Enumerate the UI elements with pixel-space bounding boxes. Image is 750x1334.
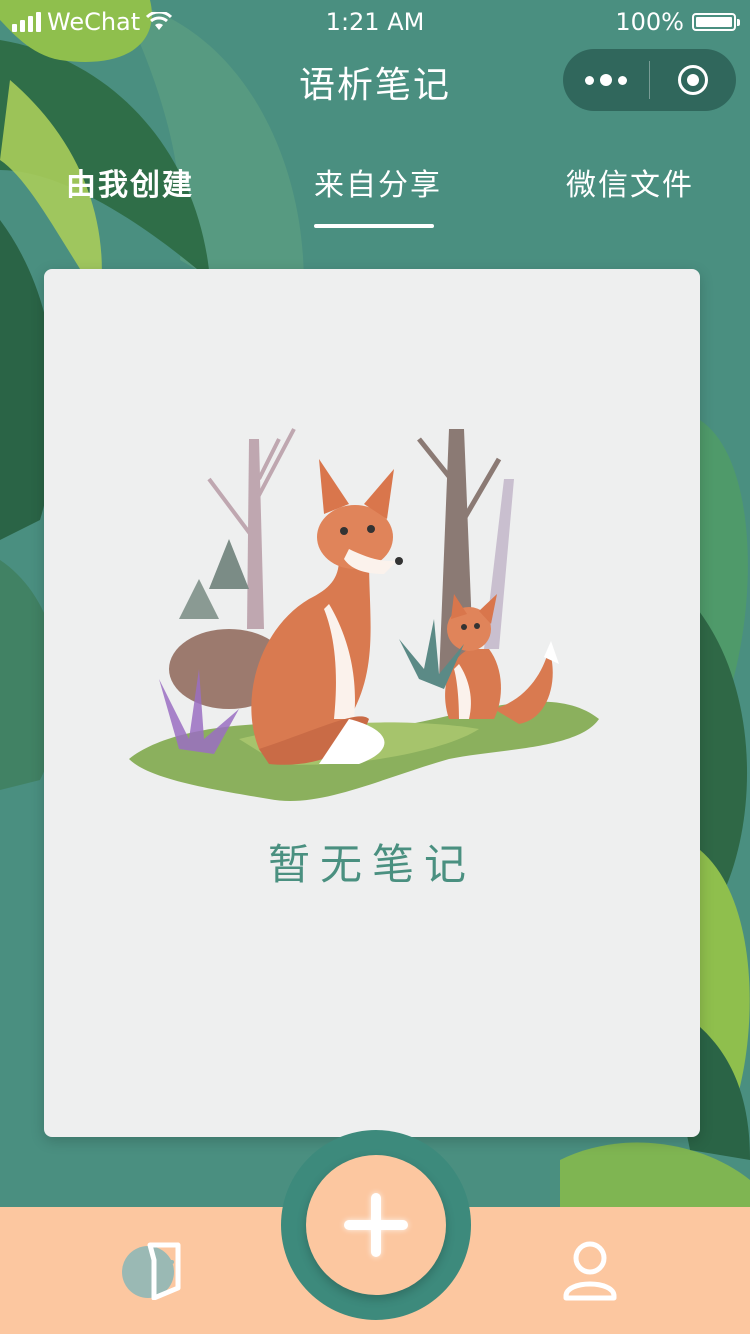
more-dots-icon[interactable] — [563, 49, 649, 111]
battery-percent: 100% — [615, 8, 684, 36]
status-right: 100% — [615, 8, 740, 36]
tab-wechat-files[interactable]: 微信文件 — [566, 160, 694, 204]
empty-state-text: 暂无笔记 — [267, 840, 476, 889]
tab-bar: 由我创建 来自分享 微信文件 — [0, 160, 750, 230]
tab-shared[interactable]: 来自分享 — [314, 160, 442, 204]
close-target-icon[interactable] — [650, 49, 736, 111]
add-note-button[interactable] — [306, 1155, 446, 1295]
notes-card: 暂无笔记 — [44, 269, 700, 1137]
active-tab-indicator — [314, 224, 434, 228]
user-icon[interactable] — [560, 1240, 620, 1302]
battery-icon — [692, 13, 740, 31]
fox-family-illustration — [129, 428, 599, 801]
tab-created-by-me[interactable]: 由我创建 — [66, 160, 194, 204]
notes-icon[interactable] — [118, 1240, 188, 1300]
status-bar: WeChat 1:21 AM 100% — [0, 0, 750, 44]
capsule-menu — [563, 49, 736, 111]
